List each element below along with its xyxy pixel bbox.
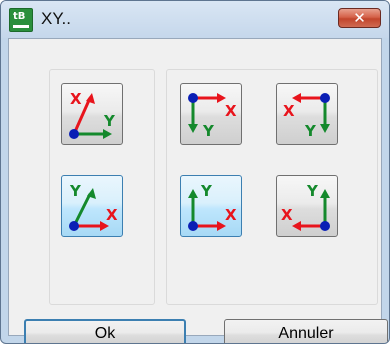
axis-x-right-y-down-icon: X Y [188, 93, 237, 140]
axis-option-x-right-y-down[interactable]: X Y [180, 83, 242, 145]
x-axis-label: X [283, 102, 295, 120]
axis-x-left-y-up-icon: Y X [281, 182, 330, 231]
dialog-window: tB XY.. ✕ X Y X Y X Y Y X Y X Y X Ok Ann… [0, 0, 390, 344]
y-axis-label: Y [202, 122, 215, 140]
x-axis-label: X [70, 90, 82, 108]
y-axis-label: Y [200, 182, 213, 200]
axis-x-right-y-up-icon: Y X [69, 182, 118, 231]
close-button[interactable]: ✕ [338, 8, 381, 28]
x-axis-label: X [281, 206, 293, 224]
dialog-client-area: X Y X Y X Y Y X Y X Y X Ok Annuler [8, 38, 388, 343]
axis-x-right-y-up-mirrored-icon: Y X [188, 182, 237, 231]
title-bar[interactable]: tB XY.. ✕ [1, 1, 389, 38]
axis-x-up-y-right-icon: X Y [69, 90, 116, 139]
axis-option-x-right-y-up[interactable]: Y X [61, 175, 123, 237]
y-axis-label: Y [69, 182, 82, 200]
x-axis-label: X [225, 206, 237, 224]
close-icon: ✕ [353, 9, 366, 27]
x-axis-label: X [106, 206, 118, 224]
axis-option-x-left-y-up[interactable]: Y X [276, 175, 338, 237]
axis-x-left-y-down-icon: X Y [283, 93, 330, 140]
cancel-button[interactable]: Annuler [224, 319, 388, 343]
x-axis-label: X [225, 102, 237, 120]
axis-option-x-left-y-down[interactable]: X Y [276, 83, 338, 145]
window-title: XY.. [41, 9, 71, 28]
y-axis-label: Y [306, 182, 319, 200]
axis-option-x-up-y-right[interactable]: X Y [61, 83, 123, 145]
y-axis-label: Y [304, 122, 317, 140]
axis-option-x-right-y-up-mirrored[interactable]: Y X [180, 175, 242, 237]
app-icon: tB [9, 8, 33, 32]
y-axis-label: Y [103, 112, 116, 130]
ok-button[interactable]: Ok [24, 319, 186, 343]
